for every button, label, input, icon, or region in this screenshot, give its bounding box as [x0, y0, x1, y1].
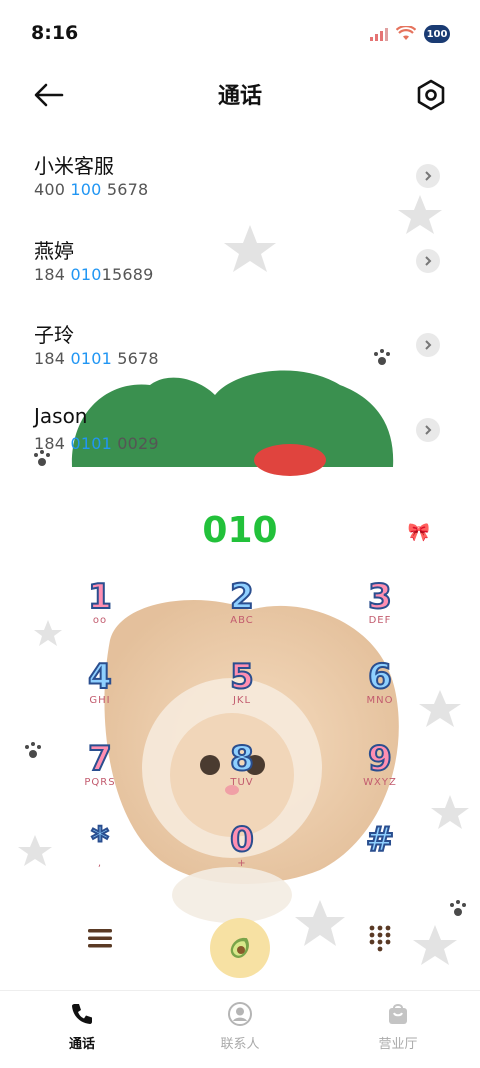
key-letters: PQRS: [84, 777, 116, 788]
phone-icon: [72, 1004, 92, 1024]
call-detail-button[interactable]: [416, 333, 440, 357]
header: 通话: [0, 70, 480, 120]
settings-button[interactable]: [412, 76, 450, 114]
key-0[interactable]: 0 +: [192, 818, 292, 888]
call-item[interactable]: 小米客服 400 100 5678: [0, 136, 480, 216]
status-bar: 8:16 100: [0, 0, 480, 68]
key-8[interactable]: 8 TUV: [192, 737, 292, 807]
key-digit: #: [365, 819, 396, 861]
chevron-right-icon: [425, 425, 432, 435]
call-item[interactable]: 子玲 184 0101 5678: [0, 305, 480, 385]
key-4[interactable]: 4 GHI: [50, 655, 150, 725]
key-letters: +: [237, 858, 247, 869]
bottom-tab-bar: 通话 联系人 营业厅: [0, 990, 480, 1068]
keypad-toggle-icon[interactable]: [366, 924, 394, 952]
dialer-actions: [0, 910, 480, 980]
key-letters: DEF: [368, 615, 392, 626]
tab-contacts[interactable]: 联系人: [180, 1001, 300, 1052]
page-title: 通话: [217, 84, 262, 109]
call-button[interactable]: [210, 918, 270, 978]
call-detail-button[interactable]: [416, 249, 440, 273]
contact-name: Jason: [34, 404, 88, 428]
key-letters: JKL: [232, 695, 252, 706]
bow-icon: 🎀: [407, 522, 430, 543]
key-9[interactable]: 9 WXYZ: [330, 737, 430, 807]
battery-icon: 100: [424, 25, 450, 43]
key-digit: 0: [229, 819, 255, 861]
call-detail-button[interactable]: [416, 418, 440, 442]
key-7[interactable]: 7 PQRS: [50, 737, 150, 807]
contact-number: 184 0101 5678: [34, 349, 159, 368]
key-digit: 6: [367, 656, 393, 698]
key-digit: 7: [87, 738, 113, 780]
key-star[interactable]: *,: [50, 818, 150, 888]
tab-label: 营业厅: [378, 1037, 418, 1052]
contact-name: 燕婷: [34, 239, 74, 263]
avocado-icon: [230, 937, 249, 958]
call-item[interactable]: Jason 184 0101 0029: [0, 390, 480, 470]
contact-number: 184 01015689: [34, 265, 154, 284]
key-digit: 4: [87, 656, 113, 698]
key-letters: TUV: [230, 777, 254, 788]
key-letters: MNO: [366, 695, 394, 706]
key-letters: ABC: [230, 615, 254, 626]
contact-number: 184 0101 0029: [34, 434, 159, 453]
chevron-right-icon: [425, 340, 432, 350]
key-letters: ,: [97, 858, 103, 869]
voicemail-icon: oo: [92, 615, 108, 626]
tab-business-hall[interactable]: 营业厅: [338, 1001, 458, 1052]
call-detail-button[interactable]: [416, 164, 440, 188]
chevron-right-icon: [425, 171, 432, 181]
signal-icon: [370, 28, 388, 41]
key-1[interactable]: 1 oo: [50, 575, 150, 645]
key-2[interactable]: 2 ABC: [192, 575, 292, 645]
key-digit: 3: [367, 576, 393, 618]
key-letters: GHI: [89, 695, 111, 706]
key-6[interactable]: 6 MNO: [330, 655, 430, 725]
chevron-right-icon: [425, 256, 432, 266]
call-item[interactable]: 燕婷 184 01015689: [0, 221, 480, 301]
key-digit: 2: [229, 576, 255, 618]
key-digit: 8: [229, 738, 255, 780]
status-icons: 100: [370, 20, 450, 48]
key-digit: *: [90, 819, 110, 861]
contact-name: 子玲: [34, 323, 74, 347]
contacts-icon: [228, 1002, 252, 1026]
tab-calls[interactable]: 通话: [22, 1001, 142, 1052]
tab-label: 通话: [68, 1037, 95, 1052]
tab-label: 联系人: [220, 1037, 260, 1052]
key-3[interactable]: 3 DEF: [330, 575, 430, 645]
key-digit: 5: [229, 656, 255, 698]
status-time: 8:16: [31, 22, 79, 44]
key-digit: 9: [367, 738, 393, 780]
shopping-bag-icon: [389, 1004, 407, 1024]
key-hash[interactable]: #: [330, 818, 430, 888]
key-letters: WXYZ: [363, 777, 397, 788]
key-5[interactable]: 5 JKL: [192, 655, 292, 725]
wifi-icon: [396, 26, 416, 40]
contact-number: 400 100 5678: [34, 180, 149, 199]
menu-button[interactable]: [86, 924, 114, 952]
key-digit: 1: [87, 576, 113, 618]
contact-name: 小米客服: [34, 154, 114, 178]
